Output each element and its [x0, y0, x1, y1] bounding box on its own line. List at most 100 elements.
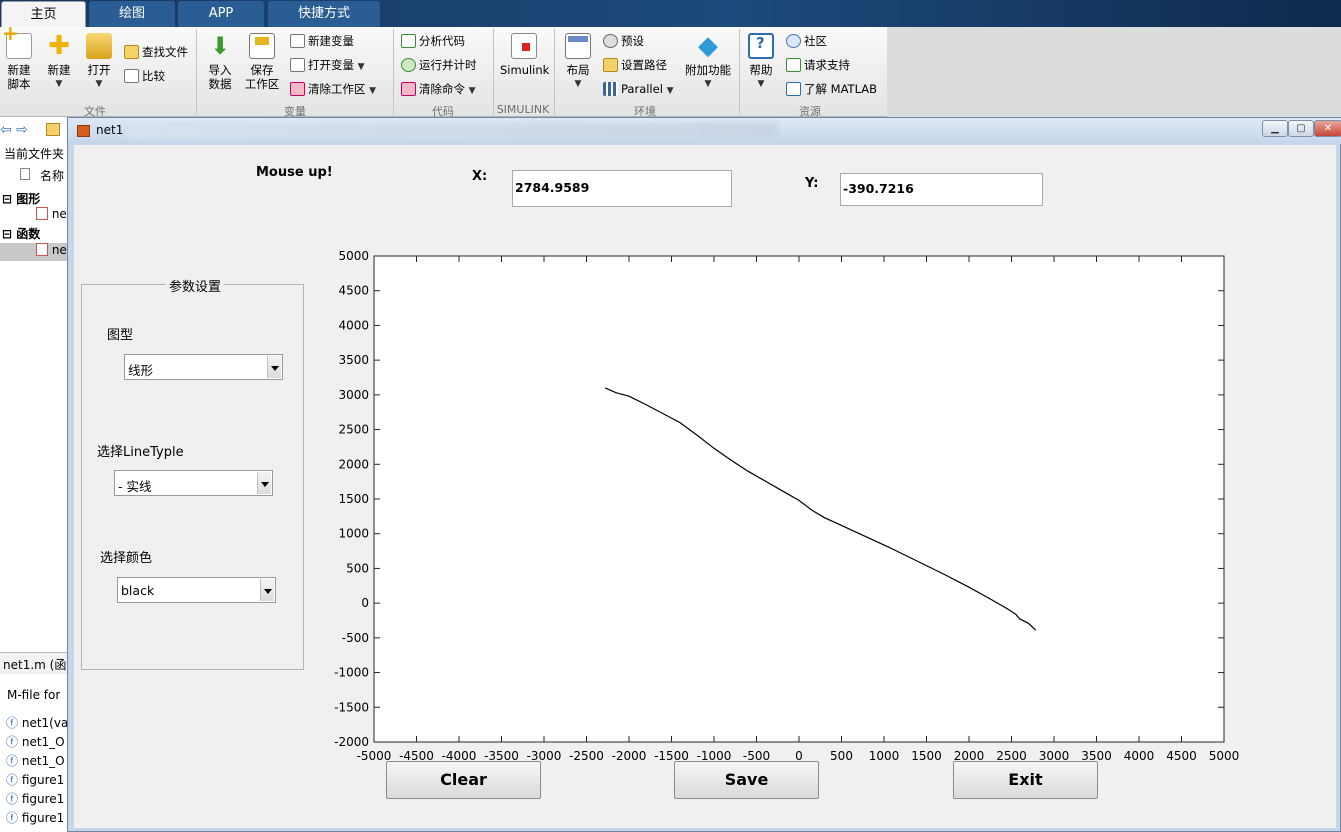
- new-script-button[interactable]: 新建 脚本: [2, 26, 34, 91]
- function-icon: ⓕ: [6, 735, 19, 749]
- y-tick-label: 4000: [338, 318, 369, 332]
- ribbon-divider: [393, 29, 394, 115]
- y-tick-label: -500: [342, 631, 369, 645]
- chevron-down-icon: ▼: [357, 62, 365, 72]
- function-list-item[interactable]: ⓕ net1_O: [6, 733, 65, 750]
- learn-matlab-button[interactable]: 了解 MATLAB: [786, 81, 877, 97]
- figure-window: net1 ▁ ▢ ✕ Mouse up! X: 2784.9589 Y: -39…: [67, 117, 1341, 832]
- save-button[interactable]: Save: [674, 761, 819, 799]
- figure-title-bar[interactable]: net1 ▁ ▢ ✕: [68, 118, 1341, 144]
- maximize-button[interactable]: ▢: [1288, 120, 1314, 137]
- matlab-tab-bar: 主页 绘图 APP 快捷方式: [0, 0, 1341, 27]
- run-and-time-button[interactable]: 运行并计时: [401, 57, 477, 73]
- parallel-button[interactable]: Parallel ▼: [603, 81, 673, 99]
- current-folder-panel: ⇦ ⇨ 当前文件夹 名称 ⊟ 图形 ne ⊟ 函数 ne net1.m (函 M…: [0, 117, 68, 832]
- plot-axes[interactable]: -5000 -4500 -4000 -3500 -3000 -2500 -2000 -1500…: [74, 145, 1336, 765]
- find-files-button[interactable]: 查找文件: [124, 44, 188, 60]
- minimize-button[interactable]: ▁: [1262, 120, 1288, 137]
- plot-area: [373, 255, 1225, 743]
- new-script-icon: [2, 26, 32, 59]
- tab-shortcuts[interactable]: 快捷方式: [268, 1, 380, 27]
- tab-apps[interactable]: APP: [178, 1, 264, 27]
- blurred-path: [128, 123, 778, 139]
- folder-icon: [86, 33, 112, 59]
- function-icon: ⓕ: [6, 754, 19, 768]
- ribbon-divider: [739, 29, 740, 115]
- figure-content: Mouse up! X: 2784.9589 Y: -390.7216 参数设置…: [74, 145, 1336, 828]
- simulink-button[interactable]: Simulink: [500, 33, 549, 77]
- clear-workspace-icon: [290, 82, 305, 96]
- y-tick-label: -1000: [334, 666, 369, 680]
- x-tick-label: 1500: [911, 749, 942, 763]
- y-tick-label: 2500: [338, 423, 369, 437]
- function-list-item[interactable]: ⓕ net1_O: [6, 752, 65, 769]
- new-variable-button[interactable]: 新建变量: [290, 33, 354, 49]
- function-icon: ⓕ: [6, 792, 19, 806]
- chevron-down-icon: ▼: [704, 79, 712, 89]
- exit-button[interactable]: Exit: [953, 761, 1098, 799]
- ribbon-divider: [554, 29, 555, 115]
- new-button[interactable]: 新建 ▼: [44, 33, 74, 91]
- import-arrow-icon: [207, 33, 233, 59]
- find-files-icon: [124, 45, 139, 59]
- community-button[interactable]: 社区: [786, 33, 827, 49]
- y-tick-label: 2000: [338, 457, 369, 471]
- parallel-icon: [603, 82, 618, 96]
- chevron-down-icon: ▼: [468, 86, 476, 96]
- function-list-item[interactable]: ⓕ figure1: [6, 809, 64, 826]
- analyze-code-button[interactable]: 分析代码: [401, 33, 465, 49]
- current-folder-title: 当前文件夹: [4, 147, 65, 161]
- tree-file-function-selected[interactable]: ne: [0, 243, 68, 261]
- y-tick-label: -2000: [334, 735, 369, 749]
- function-list-item[interactable]: ⓕ figure1: [6, 790, 64, 807]
- import-data-button[interactable]: 导入 数据: [204, 33, 236, 91]
- x-tick-label: -2000: [612, 749, 647, 763]
- clear-workspace-button[interactable]: 清除工作区 ▼: [290, 81, 376, 99]
- y-tick-label: 500: [346, 561, 369, 575]
- new-plus-icon: [46, 33, 72, 59]
- open-variable-button[interactable]: 打开变量 ▼: [290, 57, 365, 75]
- request-support-button[interactable]: 请求支持: [786, 57, 850, 73]
- up-folder-icon[interactable]: [46, 123, 60, 136]
- add-ons-button[interactable]: 附加功能 ▼: [684, 33, 732, 91]
- help-button[interactable]: 帮助 ▼: [746, 33, 776, 91]
- name-column-header[interactable]: 名称: [40, 167, 64, 184]
- close-button[interactable]: ✕: [1314, 120, 1341, 137]
- y-tick-label: 0: [361, 596, 369, 610]
- chevron-down-icon: ▼: [574, 79, 582, 89]
- x-tick-label: 5000: [1209, 749, 1240, 763]
- preferences-button[interactable]: 预设: [603, 33, 644, 49]
- tab-plots[interactable]: 绘图: [89, 1, 175, 27]
- compare-button[interactable]: 比较: [124, 68, 165, 84]
- x-tick-label: -2500: [569, 749, 604, 763]
- ribbon-divider: [196, 29, 197, 115]
- tree-node-figures[interactable]: ⊟ 图形: [2, 190, 40, 207]
- tree-file-figure[interactable]: ne: [36, 207, 67, 221]
- details-header: net1.m (函: [0, 652, 68, 674]
- set-path-button[interactable]: 设置路径: [603, 57, 667, 73]
- clear-commands-button[interactable]: 清除命令 ▼: [401, 81, 476, 99]
- chevron-down-icon: ▼: [666, 86, 674, 96]
- save-workspace-icon: [249, 33, 275, 59]
- folder-path-icon: [603, 58, 618, 72]
- clear-button[interactable]: Clear: [386, 761, 541, 799]
- layout-button[interactable]: 布局 ▼: [563, 33, 593, 91]
- learn-monitor-icon: [786, 82, 801, 96]
- figure-title: net1: [96, 123, 124, 137]
- tree-node-functions[interactable]: ⊟ 函数: [2, 225, 40, 242]
- function-list-item[interactable]: ⓕ figure1: [6, 771, 64, 788]
- save-workspace-button[interactable]: 保存 工作区: [244, 33, 280, 91]
- fig-file-icon: [36, 207, 48, 220]
- open-button[interactable]: 打开 ▼: [84, 33, 114, 91]
- y-tick-label: 1500: [338, 492, 369, 506]
- x-tick-label: 4000: [1124, 749, 1155, 763]
- back-arrow-icon[interactable]: ⇦ ⇨: [0, 122, 28, 138]
- y-tick-label: 5000: [338, 249, 369, 263]
- x-tick-label: 500: [830, 749, 853, 763]
- details-description: M-file for: [7, 688, 61, 702]
- x-tick-label: 4500: [1166, 749, 1197, 763]
- function-list-item[interactable]: ⓕ net1(va: [6, 714, 68, 731]
- simulink-icon: [511, 33, 537, 59]
- chevron-down-icon: ▼: [95, 79, 103, 89]
- compare-icon: [124, 69, 139, 83]
